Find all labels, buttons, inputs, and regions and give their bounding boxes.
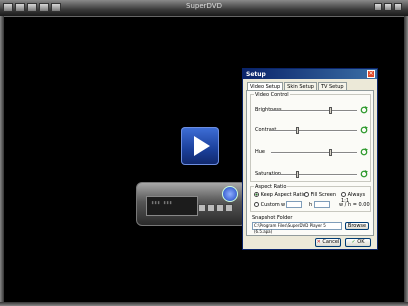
hue-label: Hue	[255, 149, 266, 155]
maximize-button[interactable]	[384, 3, 392, 11]
brightness-thumb[interactable]	[329, 107, 333, 114]
aspect-ratio-group: Aspect Ratio Keep Aspect Ratio Fill Scre…	[250, 184, 371, 212]
cancel-button[interactable]: ✕ Cancel	[315, 238, 341, 247]
dialog-close-button[interactable]: ×	[367, 70, 375, 78]
hue-reset-icon[interactable]	[360, 148, 368, 156]
saturation-reset-icon[interactable]	[360, 170, 368, 178]
video-control-label: Video Control	[254, 92, 290, 98]
contrast-slider[interactable]	[271, 127, 357, 134]
volume-button[interactable]	[225, 204, 233, 212]
big-play-button[interactable]	[181, 127, 219, 165]
hue-slider[interactable]	[271, 149, 357, 156]
frame-right	[404, 16, 408, 306]
minimize-button[interactable]	[374, 3, 382, 11]
video-setup-panel: Video Control Brightness Contrast Hue Sa…	[246, 90, 374, 236]
contrast-reset-icon[interactable]	[360, 126, 368, 134]
frame-left	[0, 16, 4, 306]
fill-screen-option[interactable]: Fill Screen	[304, 192, 336, 198]
ok-label: OK	[357, 239, 365, 245]
display-readout: ▮▮▮ ▮▮▮	[151, 200, 173, 206]
stop-button[interactable]	[207, 204, 215, 212]
close-button[interactable]	[394, 3, 402, 11]
ok-button[interactable]: ✓ OK	[345, 238, 371, 247]
custom-radio[interactable]	[254, 202, 259, 207]
console-play-button[interactable]	[222, 186, 238, 202]
height-label: h	[309, 202, 313, 208]
aspect-ratio-label: Aspect Ratio	[254, 184, 288, 190]
contrast-thumb[interactable]	[295, 127, 299, 134]
window-controls	[374, 3, 402, 11]
brightness-slider[interactable]	[271, 107, 357, 114]
keep-aspect-option[interactable]: Keep Aspect Ratio	[254, 192, 306, 198]
prev-button[interactable]	[198, 204, 206, 212]
cancel-label: Cancel	[322, 239, 340, 245]
custom-height-input[interactable]	[314, 201, 330, 208]
fill-screen-text: Fill Screen	[310, 192, 337, 198]
keep-aspect-radio[interactable]	[254, 192, 259, 197]
player-console: ▮▮▮ ▮▮▮	[136, 182, 243, 226]
browse-button[interactable]: Browse	[345, 222, 369, 230]
keep-aspect-text: Keep Aspect Ratio	[260, 192, 306, 198]
saturation-slider[interactable]	[271, 171, 357, 178]
snapshot-path-input[interactable]: C:\Program Files\SuperDVD Player 5 (6.5.…	[252, 222, 342, 234]
next-button[interactable]	[216, 204, 224, 212]
app-titlebar: SuperDVD	[0, 0, 408, 17]
hue-thumb[interactable]	[329, 149, 333, 156]
setup-dialog: Setup × Video Setup Skin Setup TV Setup …	[242, 68, 378, 250]
console-button-row	[198, 204, 233, 212]
app-title: SuperDVD	[186, 2, 222, 10]
video-control-group: Video Control Brightness Contrast Hue Sa…	[250, 92, 371, 182]
console-display: ▮▮▮ ▮▮▮	[146, 196, 198, 216]
custom-text: Custom	[260, 202, 280, 208]
frame-bottom	[0, 302, 408, 306]
saturation-thumb[interactable]	[295, 171, 299, 178]
cross-icon: ✕	[316, 239, 321, 245]
custom-option[interactable]: Custom	[254, 202, 280, 208]
player-window: SuperDVD ▮▮▮ ▮▮▮ Setup × Video Setup Ski…	[0, 0, 408, 306]
ratio-readout: w / h = 0.00	[339, 202, 370, 208]
always-radio[interactable]	[341, 192, 346, 197]
width-label: w	[281, 202, 286, 208]
check-icon: ✓	[351, 239, 356, 245]
dialog-titlebar: Setup ×	[243, 69, 377, 79]
snapshot-folder-label: Snapshot Folder	[252, 215, 293, 221]
dialog-title: Setup	[246, 71, 266, 78]
play-icon	[194, 136, 210, 156]
custom-width-input[interactable]	[286, 201, 302, 208]
brightness-reset-icon[interactable]	[360, 106, 368, 114]
fill-screen-radio[interactable]	[304, 192, 309, 197]
